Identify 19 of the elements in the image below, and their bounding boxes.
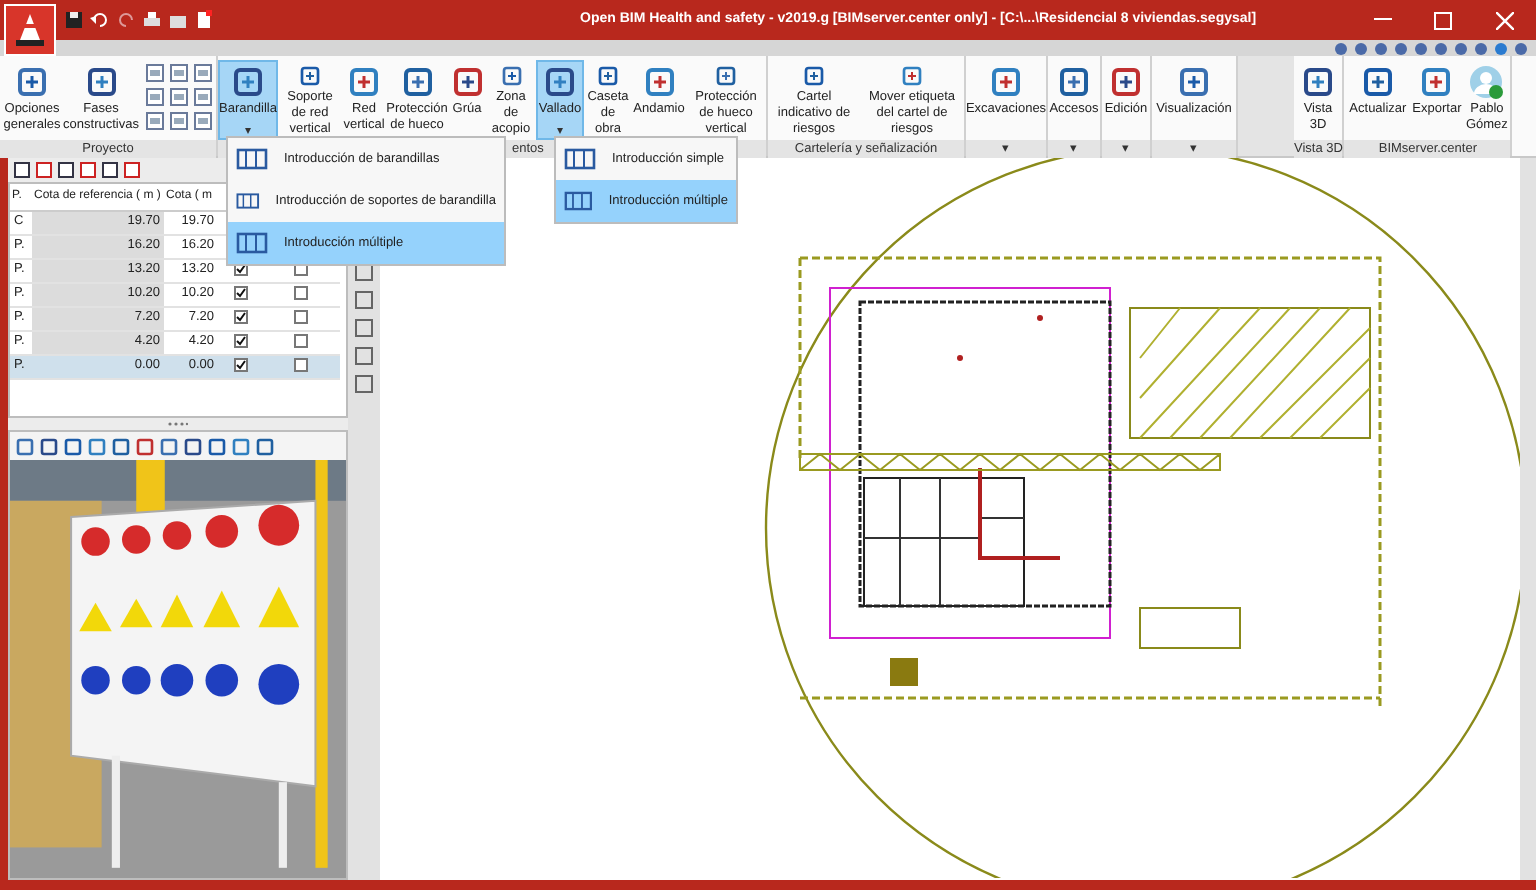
checkbox[interactable] — [293, 309, 307, 324]
minimize-icon[interactable] — [1373, 18, 1391, 22]
close-icon[interactable] — [1495, 11, 1513, 29]
save-icon[interactable] — [64, 10, 84, 30]
maximize-icon[interactable] — [1433, 11, 1451, 29]
undo-icon[interactable] — [90, 10, 110, 30]
checkbox[interactable] — [233, 357, 247, 372]
document-icon[interactable] — [194, 10, 214, 30]
checkbox[interactable] — [293, 357, 307, 372]
avatar-icon — [1468, 64, 1505, 100]
checkbox[interactable] — [293, 285, 307, 300]
checkbox[interactable] — [293, 333, 307, 348]
printer-icon[interactable] — [142, 10, 162, 30]
folder-icon[interactable] — [168, 10, 188, 30]
checkbox[interactable] — [233, 285, 247, 300]
checkbox[interactable] — [233, 333, 247, 348]
app-logo-icon[interactable] — [4, 4, 56, 56]
redo-icon[interactable] — [116, 10, 136, 30]
checkbox[interactable] — [233, 309, 247, 324]
